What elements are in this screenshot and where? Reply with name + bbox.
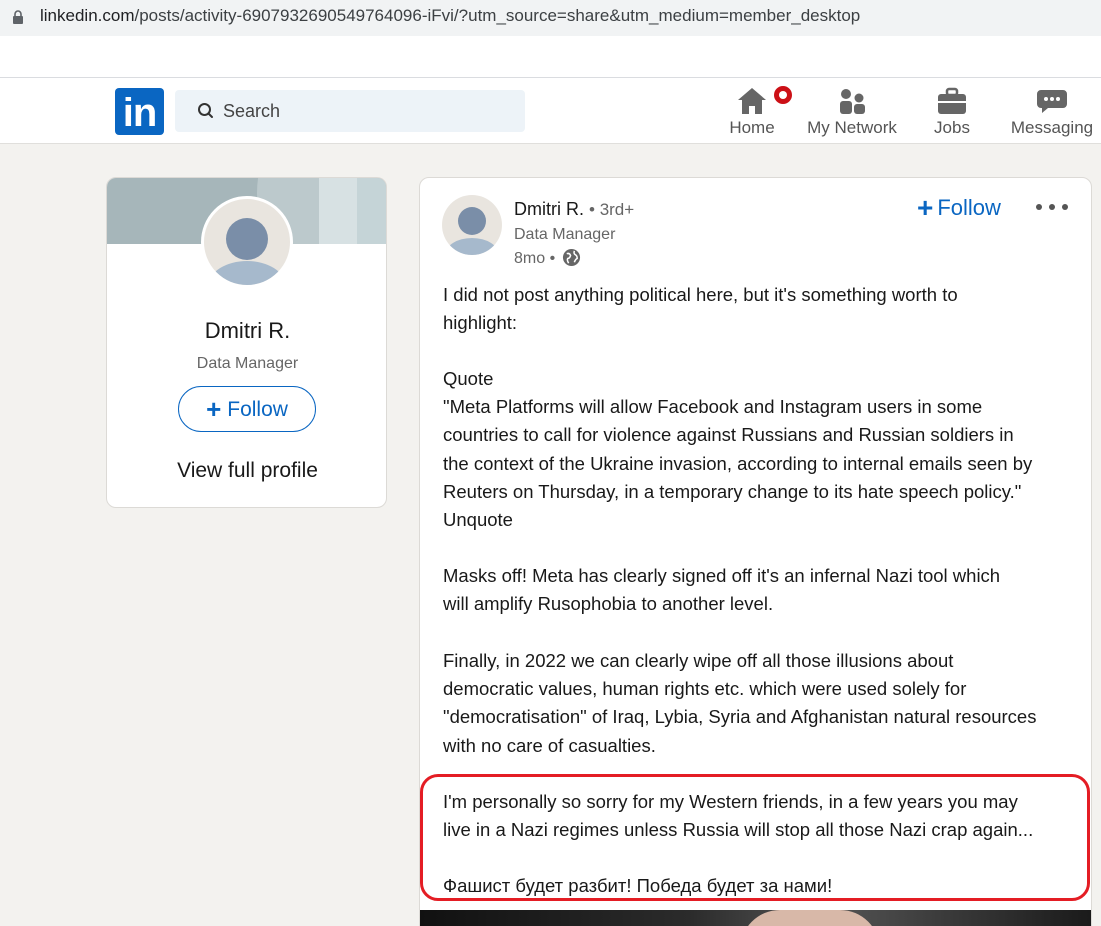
messaging-icon bbox=[1037, 90, 1067, 113]
briefcase-icon bbox=[938, 87, 966, 114]
search-icon bbox=[198, 103, 213, 118]
post-follow-button[interactable]: + Follow bbox=[917, 192, 1001, 224]
person-placeholder-icon bbox=[445, 207, 499, 255]
nav-jobs[interactable]: Jobs bbox=[920, 84, 984, 140]
url-text: linkedin.com/posts/activity-690793269054… bbox=[40, 6, 861, 25]
post-paragraph: I did not post anything political here, … bbox=[443, 284, 958, 334]
top-nav: in Home My Network Jobs bbox=[0, 78, 1101, 144]
linkedin-logo[interactable]: in bbox=[115, 88, 164, 135]
nav-home-label: Home bbox=[729, 118, 775, 137]
post-paragraph: Quote "Meta Platforms will allow Faceboo… bbox=[443, 368, 1033, 531]
author-title: Data Manager bbox=[514, 226, 616, 243]
nav-my-network[interactable]: My Network bbox=[802, 84, 902, 140]
lock-icon bbox=[13, 10, 23, 24]
more-options-icon[interactable] bbox=[1034, 196, 1070, 216]
search-box[interactable] bbox=[175, 90, 525, 132]
author-name[interactable]: Dmitri R. bbox=[514, 199, 584, 219]
bookmarks-bar bbox=[0, 36, 1101, 78]
post-time: 8mo • bbox=[514, 248, 581, 268]
browser-address-bar[interactable]: linkedin.com/posts/activity-690793269054… bbox=[0, 0, 1101, 36]
author-name-line[interactable]: Dmitri R. • 3rd+ bbox=[514, 199, 634, 220]
nav-my-network-label: My Network bbox=[807, 118, 897, 137]
connection-degree: • 3rd+ bbox=[589, 200, 635, 219]
profile-name[interactable]: Dmitri R. bbox=[107, 318, 386, 344]
post-image[interactable] bbox=[420, 910, 1091, 926]
author-avatar[interactable] bbox=[442, 195, 502, 255]
profile-follow-button[interactable]: + Follow bbox=[178, 386, 316, 432]
notification-badge bbox=[772, 84, 794, 106]
profile-title: Data Manager bbox=[196, 355, 299, 372]
network-icon bbox=[840, 89, 865, 114]
person-placeholder-icon bbox=[209, 218, 285, 285]
globe-icon bbox=[562, 248, 580, 267]
view-full-profile-link[interactable]: View full profile bbox=[107, 459, 386, 483]
post-paragraph: Finally, in 2022 we can clearly wipe off… bbox=[443, 650, 1037, 756]
post-card: Dmitri R. • 3rd+ Data Manager 8mo • + Fol… bbox=[419, 177, 1092, 926]
profile-card: Dmitri R. Data Manager + Follow View full… bbox=[106, 177, 387, 508]
plus-icon: + bbox=[206, 393, 222, 424]
nav-home[interactable]: Home bbox=[720, 84, 794, 140]
nav-messaging[interactable]: Messaging bbox=[1006, 84, 1098, 140]
highlight-annotation bbox=[420, 774, 1090, 901]
post-paragraph: Masks off! Meta has clearly signed off i… bbox=[443, 565, 1001, 615]
nav-messaging-label: Messaging bbox=[1010, 118, 1094, 137]
home-icon bbox=[738, 88, 766, 114]
nav-jobs-label: Jobs bbox=[934, 118, 970, 137]
profile-avatar[interactable] bbox=[201, 196, 293, 288]
plus-icon: + bbox=[917, 192, 934, 223]
search-input[interactable] bbox=[223, 98, 513, 124]
